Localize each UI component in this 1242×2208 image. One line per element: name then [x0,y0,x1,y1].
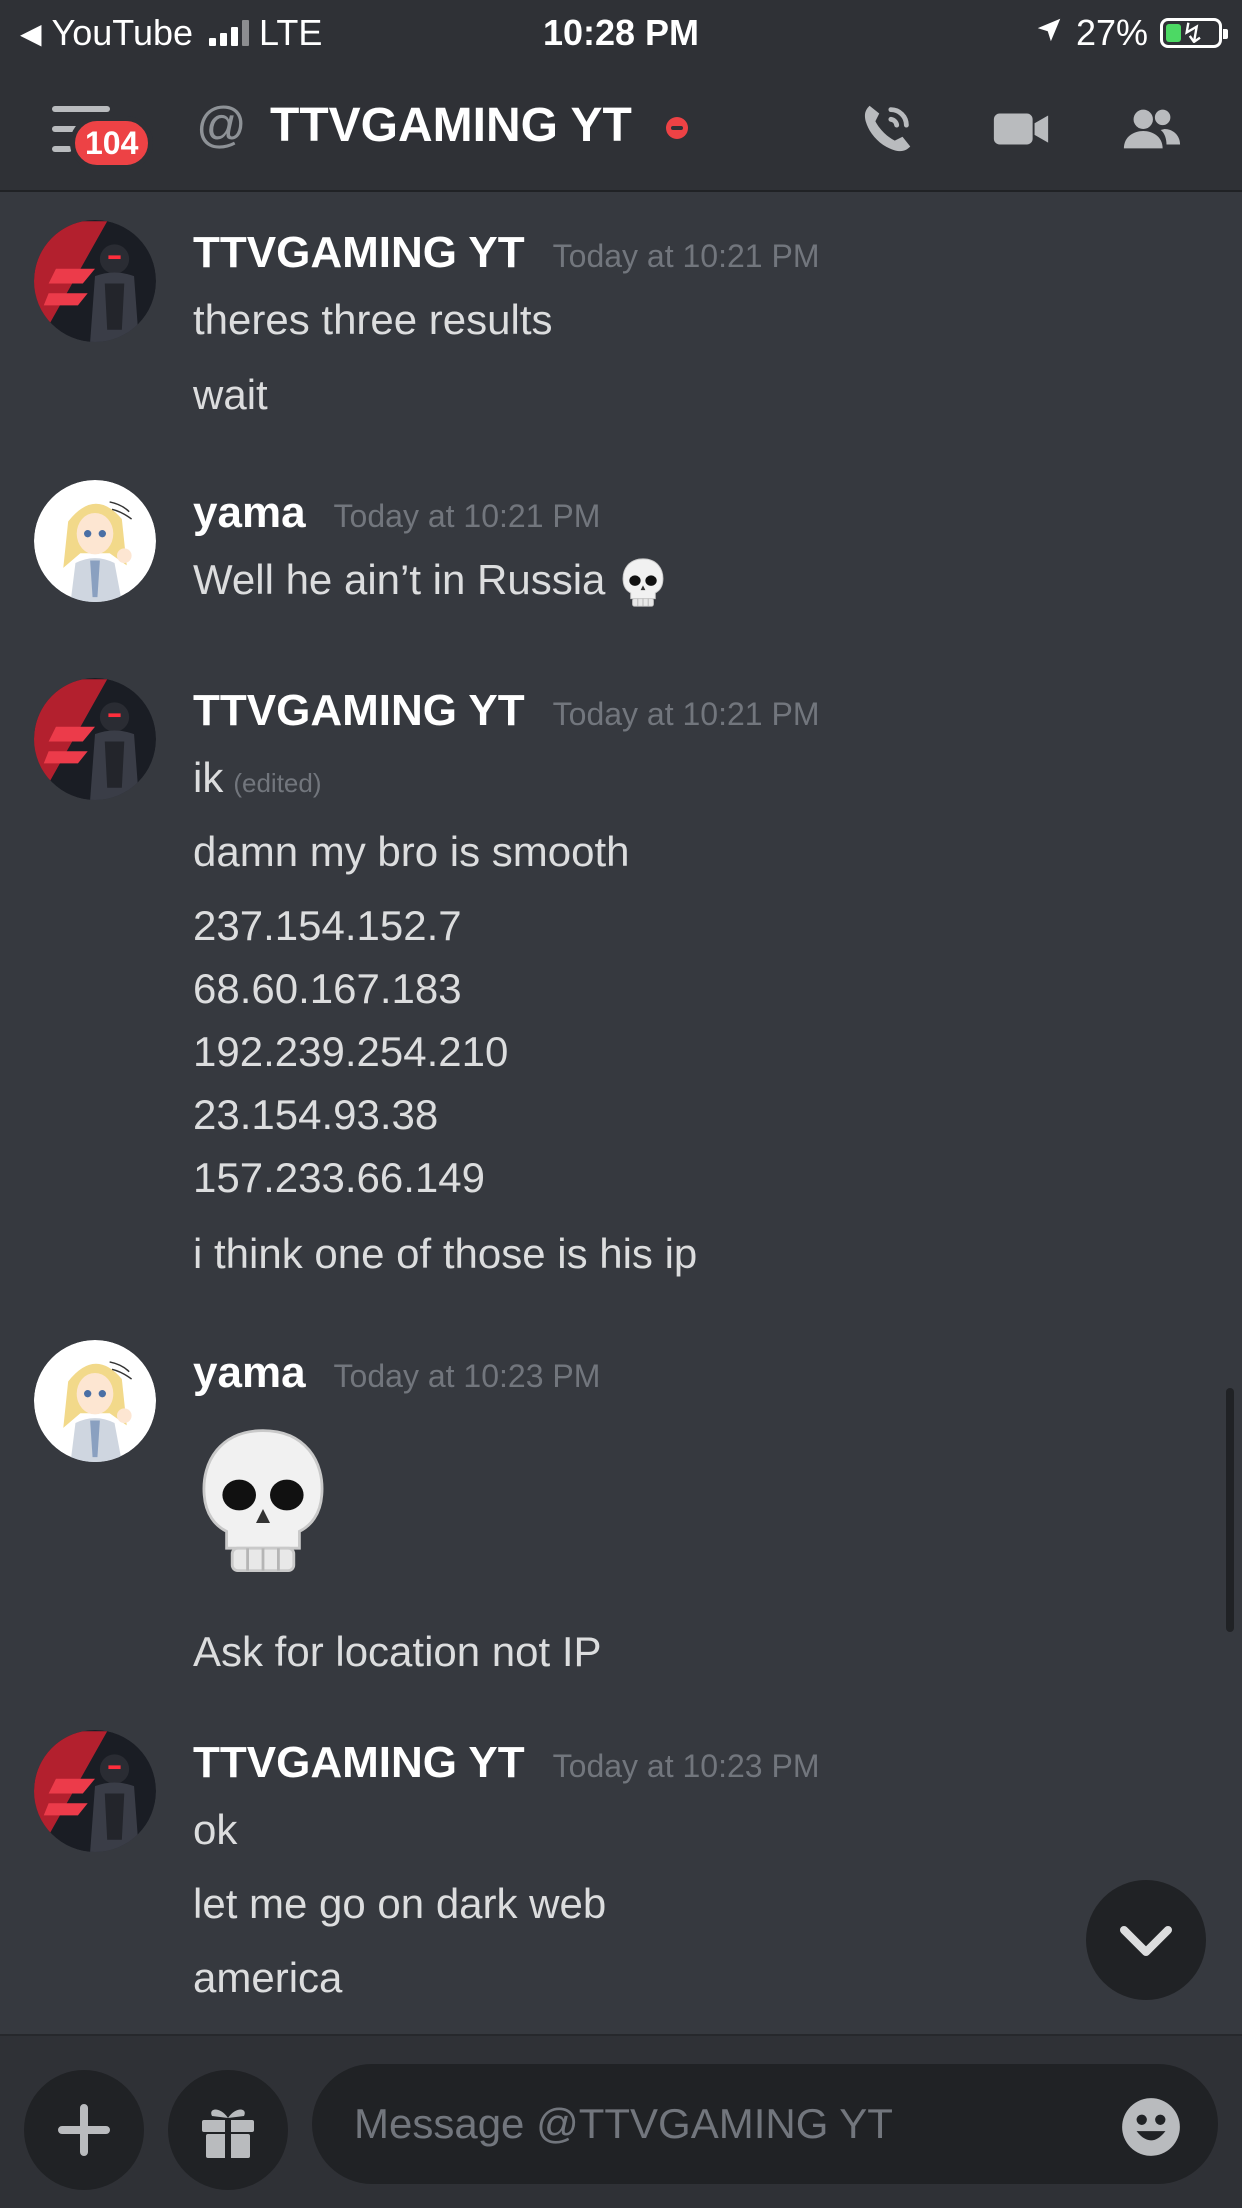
message-text[interactable]: 192.239.254.210 [193,1028,508,1076]
battery-icon: ↯ [1160,18,1228,49]
timestamp: Today at 10:21 PM [552,696,820,732]
timestamp: Today at 10:23 PM [552,1748,820,1784]
gift-icon [202,2109,254,2158]
status-right: 27% ↯ [1034,12,1228,54]
message-text[interactable]: 23.154.93.38 [193,1091,438,1139]
message-text[interactable]: let me go on dark web [193,1880,606,1928]
at-icon: @ [196,97,247,153]
timestamp: Today at 10:21 PM [333,498,601,534]
message-text[interactable]: wait [193,371,268,419]
username[interactable]: yama [193,1348,306,1398]
message-input[interactable] [312,2064,1218,2184]
video-call-icon[interactable] [986,98,1056,160]
members-icon[interactable] [1116,98,1186,160]
jump-to-present-button[interactable] [1086,1880,1206,2000]
discord-dm-screen: ◀ YouTube LTE 10:28 PM 27% ↯ 104 @ TTVGA… [0,0,1242,2208]
avatar[interactable] [34,678,156,800]
status-bar: ◀ YouTube LTE 10:28 PM 27% ↯ [0,0,1242,66]
battery-percent: 27% [1075,12,1148,53]
emoji-button[interactable] [1118,2094,1184,2160]
message-text[interactable]: Well he ain’t in Russia [193,556,669,609]
battery-fill [1166,24,1181,42]
message-header: TTVGAMING YT Today at 10:21 PM [193,228,819,278]
location-arrow-icon [1034,12,1064,54]
username[interactable]: yama [193,488,306,538]
channel-title[interactable]: TTVGAMING YT [270,98,632,153]
username[interactable]: TTVGAMING YT [193,686,525,736]
edited-label: (edited) [233,768,322,798]
timestamp: Today at 10:23 PM [333,1358,601,1394]
message-text[interactable]: 237.154.152.7 [193,902,462,950]
message-text[interactable]: 157.233.66.149 [193,1154,485,1202]
avatar[interactable] [34,1730,156,1852]
chevron-down-icon [1120,1926,1172,1956]
username[interactable]: TTVGAMING YT [193,1738,525,1788]
message-text[interactable]: 68.60.167.183 [193,965,462,1013]
battery-nub [1223,29,1228,39]
message-header: yama Today at 10:23 PM [193,1348,600,1398]
message-list[interactable]: TTVGAMING YT Today at 10:21 PM theres th… [0,192,1242,2034]
message-text[interactable]: ok [193,1806,237,1854]
message-text[interactable]: ik (edited) [193,754,322,802]
add-attachment-button[interactable] [24,2070,144,2190]
avatar[interactable] [34,480,156,602]
message-text-content: Well he ain’t in Russia [193,556,606,603]
message-text[interactable]: america [193,1954,342,2002]
skull-emoji-icon [617,557,669,609]
avatar[interactable] [34,220,156,342]
avatar[interactable] [34,1340,156,1462]
message-text[interactable]: damn my bro is smooth [193,828,630,876]
emoji-icon [1122,2098,1180,2156]
scrollbar[interactable] [1226,1388,1234,1632]
gift-button[interactable] [168,2070,288,2190]
unread-badge[interactable]: 104 [70,116,154,170]
dnd-status-icon [666,117,688,139]
message-text[interactable]: Ask for location not IP [193,1628,602,1676]
timestamp: Today at 10:21 PM [552,238,820,274]
message-header: TTVGAMING YT Today at 10:23 PM [193,1738,819,1788]
message-text-content: ik [193,754,224,801]
username[interactable]: TTVGAMING YT [193,228,525,278]
channel-header: 104 @ TTVGAMING YT [0,66,1242,192]
charging-bolt-icon: ↯ [1181,18,1205,49]
message-header: TTVGAMING YT Today at 10:21 PM [193,686,819,736]
message-text[interactable]: theres three results [193,296,553,344]
skull-emoji-icon[interactable] [193,1422,333,1582]
message-text[interactable]: i think one of those is his ip [193,1230,697,1278]
plus-icon [58,2104,110,2156]
message-composer [0,2034,1242,2208]
phone-call-icon[interactable] [852,98,922,160]
message-header: yama Today at 10:21 PM [193,488,600,538]
